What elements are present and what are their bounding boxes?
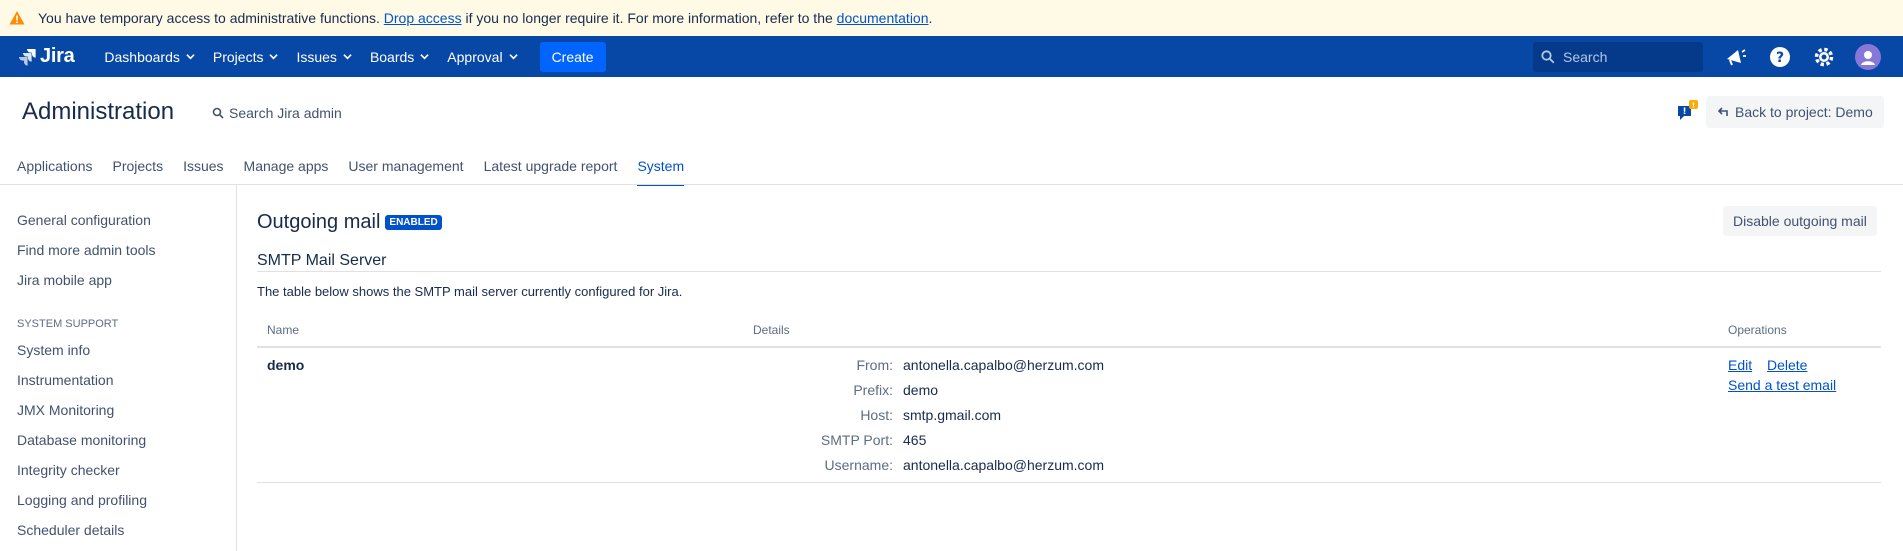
feedback-count-badge: ! [1692, 102, 1695, 110]
detail-value-username: antonella.capalbo@herzum.com [903, 457, 1104, 473]
search-icon [212, 107, 224, 119]
table-header-divider [257, 346, 1881, 348]
back-to-project-button[interactable]: Back to project: Demo [1706, 96, 1884, 128]
detail-label-smtp-port: SMTP Port: [820, 432, 893, 448]
status-badge: ENABLED [385, 215, 442, 230]
settings-icon[interactable] [1811, 44, 1837, 70]
chevron-down-icon [508, 54, 518, 60]
detail-value-prefix: demo [903, 382, 939, 398]
sidebar-item-general-configuration[interactable]: General configuration [17, 212, 151, 228]
detail-label-from: From: [856, 357, 893, 373]
column-header-details: Details [753, 323, 790, 337]
search-icon [1541, 49, 1555, 63]
sidebar-item-jira-mobile-app[interactable]: Jira mobile app [17, 272, 112, 288]
search-jira-admin[interactable]: Search Jira admin [212, 105, 342, 121]
temporary-access-banner: You have temporary access to administrat… [0, 0, 1903, 36]
server-name: demo [267, 357, 305, 373]
sidebar-item-jmx-monitoring[interactable]: JMX Monitoring [17, 402, 114, 418]
tab-projects[interactable]: Projects [113, 158, 164, 186]
chevron-down-icon [420, 54, 429, 60]
global-search[interactable] [1533, 41, 1703, 72]
tab-manage-apps[interactable]: Manage apps [244, 158, 329, 186]
top-navigation: Jira Dashboards Projects Issues Boards A… [0, 36, 1903, 77]
detail-value-host: smtp.gmail.com [903, 407, 1002, 423]
search-jira-admin-label: Search Jira admin [229, 105, 342, 121]
tabs-divider [0, 184, 1903, 185]
tab-applications[interactable]: Applications [17, 158, 93, 186]
nav-dashboards[interactable]: Dashboards [104, 49, 195, 65]
admin-tabs: Applications Projects Issues Manage apps… [17, 158, 704, 186]
warning-icon [9, 11, 25, 25]
tab-user-management[interactable]: User management [348, 158, 463, 186]
column-header-name: Name [267, 323, 300, 337]
sidebar-item-instrumentation[interactable]: Instrumentation [17, 372, 114, 388]
logo-text: Jira [40, 45, 75, 67]
tab-issues[interactable]: Issues [183, 158, 223, 186]
column-header-operations: Operations [1728, 323, 1787, 337]
sidebar-heading-system-support: SYSTEM SUPPORT [17, 318, 119, 330]
detail-value-from: antonella.capalbo@herzum.com [903, 357, 1104, 373]
back-arrow-icon [1717, 107, 1728, 116]
detail-value-smtp-port: 465 [903, 432, 927, 448]
documentation-link[interactable]: documentation [837, 10, 929, 26]
svg-text:?: ? [1776, 50, 1784, 66]
detail-label-host: Host: [860, 407, 893, 423]
page-title: Administration [22, 98, 175, 125]
sidebar-item-integrity-checker[interactable]: Integrity checker [17, 462, 120, 478]
nav-approval[interactable]: Approval [447, 49, 518, 65]
delete-link[interactable]: Delete [1767, 357, 1807, 373]
send-test-email-link[interactable]: Send a test email [1728, 377, 1836, 393]
svg-text:!: ! [1682, 107, 1686, 117]
notifications-icon[interactable] [1723, 44, 1749, 70]
back-to-project-label: Back to project: Demo [1735, 104, 1873, 120]
outgoing-mail-title: Outgoing mail ENABLED [257, 211, 442, 234]
avatar[interactable] [1855, 43, 1881, 70]
search-input[interactable] [1563, 48, 1693, 65]
sidebar-item-database-monitoring[interactable]: Database monitoring [17, 432, 146, 448]
jira-logo[interactable]: Jira [18, 45, 75, 68]
nav-projects[interactable]: Projects [213, 49, 279, 65]
tab-system[interactable]: System [637, 158, 685, 186]
banner-text: You have temporary access to administrat… [38, 10, 933, 26]
smtp-description: The table below shows the SMTP mail serv… [257, 284, 683, 299]
jira-logo-icon [19, 48, 36, 66]
user-avatar-icon [1861, 50, 1875, 65]
nav-issues[interactable]: Issues [296, 49, 352, 65]
detail-label-prefix: Prefix: [853, 382, 893, 398]
outgoing-mail-heading: Outgoing mail [257, 211, 381, 233]
create-button[interactable]: Create [539, 41, 606, 72]
feedback-icon[interactable]: ! ! [1676, 100, 1698, 122]
edit-link[interactable]: Edit [1728, 357, 1752, 373]
help-icon[interactable]: ? [1767, 44, 1793, 70]
sidebar-item-find-more-admin-tools[interactable]: Find more admin tools [17, 242, 156, 258]
chevron-down-icon [343, 54, 352, 60]
chevron-down-icon [186, 54, 195, 60]
tab-latest-upgrade-report[interactable]: Latest upgrade report [484, 158, 618, 186]
drop-access-link[interactable]: Drop access [384, 10, 462, 26]
table-row-divider [257, 482, 1881, 483]
chevron-down-icon [269, 54, 279, 60]
section-divider [257, 271, 1881, 272]
detail-label-username: Username: [824, 457, 893, 473]
disable-outgoing-mail-button[interactable]: Disable outgoing mail [1723, 206, 1877, 236]
sidebar-item-system-info[interactable]: System info [17, 342, 90, 358]
sidebar-item-scheduler-details[interactable]: Scheduler details [17, 522, 124, 538]
sidebar-item-logging-and-profiling[interactable]: Logging and profiling [17, 492, 147, 508]
smtp-mail-server-heading: SMTP Mail Server [257, 252, 387, 269]
nav-boards[interactable]: Boards [370, 49, 429, 65]
